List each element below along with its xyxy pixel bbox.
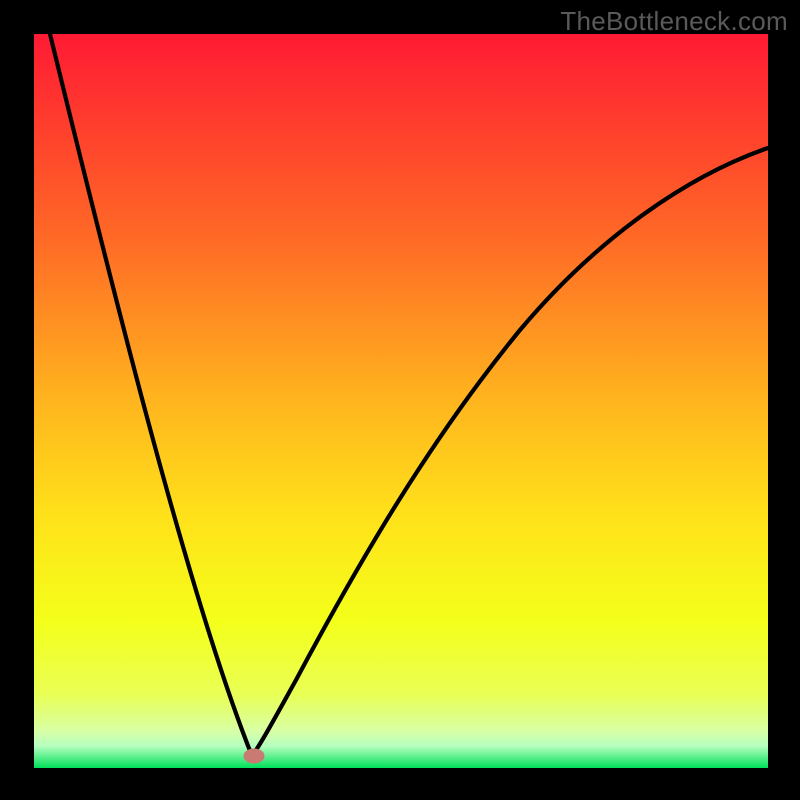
- watermark-text: TheBottleneck.com: [560, 6, 788, 37]
- chart-frame: TheBottleneck.com: [0, 0, 800, 800]
- optimum-marker: [244, 749, 264, 763]
- bottleneck-chart: [0, 0, 800, 800]
